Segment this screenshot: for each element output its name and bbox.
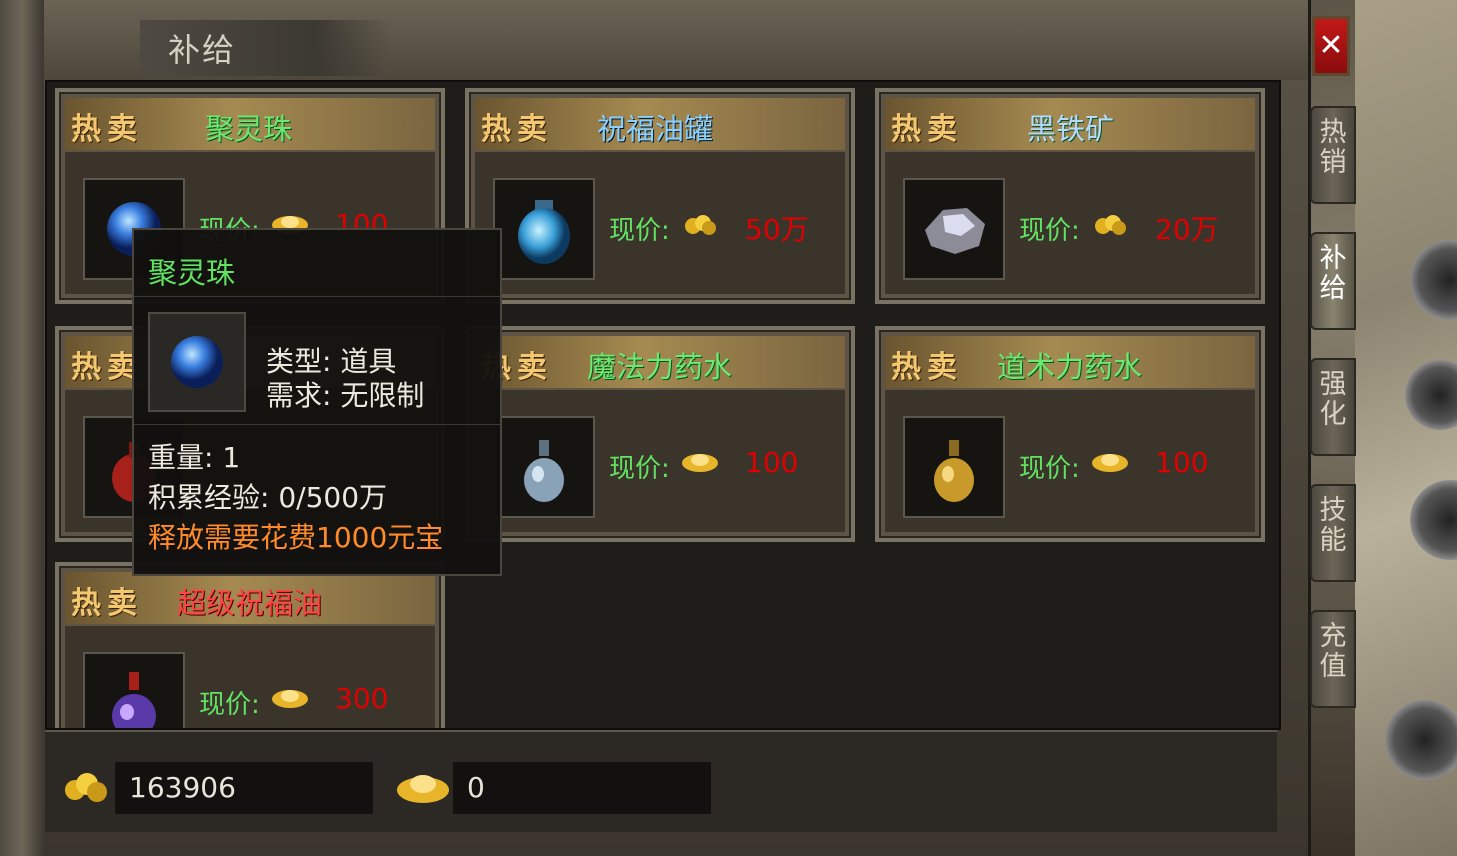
tooltip-weight: 重量: 1 bbox=[148, 441, 241, 474]
tab-label-char: 热 bbox=[1319, 117, 1347, 148]
item-name: 超级祝福油 bbox=[177, 586, 323, 620]
item-slot[interactable] bbox=[903, 416, 1005, 518]
tab-label-char: 充 bbox=[1319, 621, 1347, 652]
tab-enhance[interactable]: 强 化 bbox=[1310, 358, 1356, 456]
price-value: 100 bbox=[745, 446, 799, 479]
item-name: 道术力药水 bbox=[997, 350, 1143, 384]
item-tooltip: 聚灵珠 类型: 道具 需求: 无限制 重量: 1 积累经验: 0/500万 释放… bbox=[132, 228, 502, 576]
item-slot[interactable] bbox=[83, 652, 185, 728]
price-value: 50万 bbox=[745, 213, 809, 246]
item-name: 魔法力药水 bbox=[587, 350, 733, 384]
price-label: 现价: bbox=[1019, 454, 1080, 484]
tab-label-char: 强 bbox=[1319, 369, 1347, 400]
yuanbao-icon bbox=[1092, 454, 1128, 472]
spirit-orb-icon bbox=[171, 336, 223, 388]
hot-label: 热卖 bbox=[71, 112, 143, 147]
window-title: 补给 bbox=[168, 31, 237, 69]
gold-icon bbox=[65, 773, 107, 802]
price-value: 300 bbox=[335, 682, 389, 715]
item-slot[interactable] bbox=[903, 178, 1005, 280]
tab-label-char: 销 bbox=[1319, 147, 1347, 178]
tab-label-char: 值 bbox=[1319, 651, 1347, 682]
gold-icon bbox=[1095, 215, 1126, 235]
tooltip-cost: 释放需要花费1000元宝 bbox=[148, 521, 444, 554]
gold-balance: 163906 bbox=[115, 762, 373, 814]
tooltip-divider bbox=[134, 296, 500, 297]
hot-label: 热卖 bbox=[71, 586, 143, 621]
item-card[interactable]: 热卖 超级祝福油 现价: 300 bbox=[55, 562, 445, 728]
tab-label-char: 能 bbox=[1319, 525, 1347, 556]
price-label: 现价: bbox=[609, 454, 670, 484]
tab-recharge[interactable]: 充 值 bbox=[1310, 610, 1356, 708]
tooltip-requirement: 需求: 无限制 bbox=[266, 379, 425, 412]
price-label: 现价: bbox=[199, 690, 260, 720]
tab-label-char: 补 bbox=[1319, 243, 1347, 274]
oil-jar-icon bbox=[518, 200, 570, 264]
tab-label-char: 给 bbox=[1319, 273, 1347, 304]
currency-bar: 163906 0 bbox=[45, 730, 1277, 832]
price-label: 现价: bbox=[1019, 216, 1080, 246]
game-screen: 补给 热卖 聚灵珠 现价: 100 bbox=[0, 0, 1457, 856]
tab-hot-sales[interactable]: 热 销 bbox=[1310, 106, 1356, 204]
mana-potion-icon bbox=[524, 440, 564, 502]
taoist-potion-icon bbox=[934, 440, 974, 502]
item-slot[interactable] bbox=[493, 178, 595, 280]
yuanbao-icon bbox=[397, 775, 449, 803]
tooltip-exp: 积累经验: 0/500万 bbox=[148, 481, 388, 514]
item-name: 聚灵珠 bbox=[205, 112, 293, 146]
yuanbao-icon bbox=[272, 690, 308, 708]
tab-skills[interactable]: 技 能 bbox=[1310, 484, 1356, 582]
tab-label-char: 技 bbox=[1319, 495, 1347, 526]
hot-label: 热卖 bbox=[891, 350, 963, 385]
background-map bbox=[1355, 0, 1457, 856]
item-name: 黑铁矿 bbox=[1027, 112, 1115, 146]
price-value: 20万 bbox=[1155, 213, 1219, 246]
super-oil-icon bbox=[112, 672, 156, 728]
tooltip-item-slot bbox=[148, 312, 246, 412]
tab-supply[interactable]: 补 给 bbox=[1310, 232, 1356, 330]
tooltip-title: 聚灵珠 bbox=[148, 256, 236, 290]
tooltip-divider bbox=[134, 424, 500, 425]
item-slot[interactable] bbox=[493, 416, 595, 518]
item-card[interactable]: 热卖 魔法力药水 现价: 100 bbox=[465, 326, 855, 542]
price-value: 100 bbox=[1155, 446, 1209, 479]
item-card[interactable]: 热卖 祝福油罐 现价: 50万 bbox=[465, 88, 855, 304]
hot-label: 热卖 bbox=[481, 112, 553, 147]
yuanbao-balance: 0 bbox=[453, 762, 711, 814]
item-name: 祝福油罐 bbox=[597, 112, 714, 146]
iron-ore-icon bbox=[925, 208, 985, 254]
tab-label-char: 化 bbox=[1319, 399, 1347, 430]
frame-ornament bbox=[0, 0, 44, 856]
gold-icon bbox=[685, 215, 716, 235]
price-label: 现价: bbox=[609, 216, 670, 246]
hot-label: 热卖 bbox=[891, 112, 963, 147]
item-card[interactable]: 热卖 黑铁矿 现价: 20万 bbox=[875, 88, 1265, 304]
item-card[interactable]: 热卖 道术力药水 现价: 100 bbox=[875, 326, 1265, 542]
close-button[interactable]: ✕ bbox=[1312, 16, 1350, 76]
yuanbao-icon bbox=[682, 454, 718, 472]
